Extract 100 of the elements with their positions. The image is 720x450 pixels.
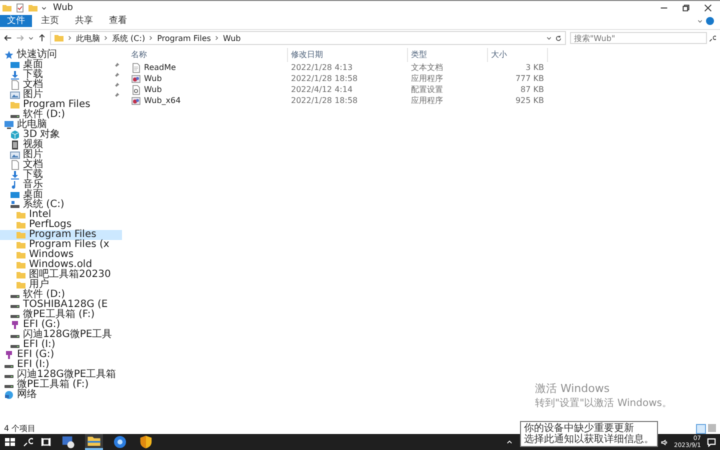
notification-tooltip[interactable]: 你的设备中缺少重要更新 选择此通知以获取详细信息。 <box>520 421 658 447</box>
breadcrumb[interactable]: 此电脑 <box>76 32 100 44</box>
sidebar-item[interactable]: PerfLogs <box>0 220 122 230</box>
file-size: 925 KB <box>514 96 545 105</box>
sidebar-item[interactable]: Program Files <box>0 230 122 240</box>
close-icon[interactable] <box>704 4 712 12</box>
modified-date: 2022/1/28 4:13 <box>290 63 354 72</box>
back-icon[interactable] <box>4 34 12 42</box>
help-icon[interactable] <box>706 16 714 24</box>
chevron-icon[interactable] <box>67 35 73 41</box>
sidebar-item[interactable]: 微PE工具箱 (F:) <box>0 380 122 390</box>
recent-icon[interactable] <box>28 35 34 41</box>
column-header[interactable]: 大小 <box>488 48 548 62</box>
notification-icon[interactable] <box>707 438 716 446</box>
maximize-icon[interactable] <box>682 4 690 12</box>
expand-ribbon-icon[interactable] <box>697 18 703 24</box>
sidebar-item[interactable]: 软件 (D:) <box>0 110 122 120</box>
up-icon[interactable] <box>38 34 46 42</box>
sidebar-item[interactable]: EFI (I:) <box>0 340 122 350</box>
properties-icon[interactable] <box>15 2 25 12</box>
file-name[interactable]: Wub <box>128 84 288 94</box>
drive-icon <box>10 200 20 210</box>
sidebar-item[interactable]: 微PE工具箱 (F:) <box>0 310 122 320</box>
sidebar-item[interactable]: 快速访问 <box>0 50 122 60</box>
taskbar-app[interactable] <box>111 434 129 450</box>
sidebar-item[interactable]: 图片 <box>0 90 122 100</box>
sidebar-item[interactable]: EFI (G:) <box>0 350 122 360</box>
settings-file-icon <box>131 84 141 94</box>
column-header[interactable]: 修改日期 <box>288 48 408 62</box>
sidebar-item[interactable]: 用户 <box>0 280 122 290</box>
picture-icon <box>10 150 20 160</box>
sidebar-item[interactable]: TOSHIBA128G (E <box>0 300 122 310</box>
computer-app-icon <box>61 435 75 449</box>
file-type: 应用程序 <box>410 95 444 106</box>
computer-icon <box>4 120 14 130</box>
pin-icon[interactable] <box>113 92 120 98</box>
address-bar[interactable]: 此电脑 系统 (C:) Program Files Wub <box>50 31 566 45</box>
caret-up-icon[interactable] <box>506 438 514 446</box>
modified-date: 2022/4/12 4:14 <box>290 85 354 94</box>
ribbon-tab[interactable]: 查看 <box>102 14 134 26</box>
sidebar-item[interactable]: 此电脑 <box>0 120 122 130</box>
pin-icon[interactable] <box>113 82 120 88</box>
breadcrumb[interactable]: 系统 (C:) <box>112 32 146 44</box>
sidebar-item[interactable]: Windows.old <box>0 260 122 270</box>
sidebar-item[interactable]: 音乐 <box>0 180 122 190</box>
dropdown-icon[interactable] <box>546 34 552 40</box>
file-name[interactable]: ReadMe <box>128 62 288 72</box>
sidebar-item[interactable]: 文档 <box>0 80 122 90</box>
sidebar-item[interactable]: 图吧工具箱20230 <box>0 270 122 280</box>
chevron-icon[interactable] <box>214 35 220 41</box>
breadcrumb[interactable]: Program Files <box>157 34 211 42</box>
file-type: 文本文档 <box>410 62 444 73</box>
file-name[interactable]: Wub_x64 <box>128 96 288 106</box>
dropdown-icon[interactable] <box>41 4 47 10</box>
file-name[interactable]: Wub <box>128 74 288 84</box>
sidebar-item[interactable]: 系统 (C:) <box>0 200 122 210</box>
download-icon <box>10 170 20 180</box>
usb-drive-icon <box>4 350 14 360</box>
modified-date: 2022/1/28 18:58 <box>290 96 359 105</box>
document-icon <box>10 80 20 90</box>
column-header[interactable]: 名称 <box>128 48 288 62</box>
file-type: 应用程序 <box>410 73 444 84</box>
sidebar-item[interactable]: EFI (I:) <box>0 360 122 370</box>
task-view-icon[interactable] <box>41 437 51 447</box>
activation-title: 激活 Windows <box>534 381 611 396</box>
sidebar-item[interactable]: 闪迪128G微PE工具 <box>0 330 122 340</box>
sidebar-item[interactable]: 软件 (D:) <box>0 290 122 300</box>
details-view-button[interactable] <box>696 424 706 434</box>
sidebar-item[interactable]: 3D 对象 <box>0 130 122 140</box>
sidebar-item[interactable]: 下载 <box>0 70 122 80</box>
ribbon-tab[interactable]: 共享 <box>68 14 100 26</box>
sidebar-item[interactable]: Windows <box>0 250 122 260</box>
sidebar-item[interactable]: 视频 <box>0 140 122 150</box>
refresh-icon[interactable] <box>555 34 562 42</box>
sidebar-item[interactable]: EFI (G:) <box>0 320 122 330</box>
chevron-icon[interactable] <box>148 35 154 41</box>
sidebar-item[interactable]: 图片 <box>0 150 122 160</box>
sidebar-item[interactable]: 闪迪128G微PE工具箱 <box>0 370 122 380</box>
search-field[interactable]: 搜索"Wub" <box>570 32 707 44</box>
sidebar-item[interactable]: 桌面 <box>0 60 122 70</box>
sidebar-item[interactable]: Intel <box>0 210 122 220</box>
pin-icon[interactable] <box>113 62 120 68</box>
pin-icon[interactable] <box>113 72 120 78</box>
ribbon-tab[interactable]: 文件 <box>0 14 32 26</box>
sidebar-item[interactable]: 网络 <box>0 390 122 400</box>
taskbar-app[interactable] <box>85 434 103 450</box>
sidebar-item[interactable]: 文档 <box>0 160 122 170</box>
sidebar-item[interactable]: 下载 <box>0 170 122 180</box>
sidebar-item[interactable]: Program Files (x <box>0 240 122 250</box>
file-size: 777 KB <box>514 74 545 83</box>
sidebar-item[interactable]: Program Files <box>0 100 122 110</box>
app-icon <box>131 96 141 106</box>
chevron-icon[interactable] <box>103 35 109 41</box>
volume-icon[interactable] <box>661 438 668 446</box>
document-icon <box>10 160 20 170</box>
ribbon-tab[interactable]: 主页 <box>34 14 66 26</box>
column-header[interactable]: 类型 <box>408 48 488 62</box>
windows-logo-icon[interactable] <box>5 437 15 447</box>
breadcrumb[interactable]: Wub <box>222 34 241 42</box>
sidebar-item[interactable]: 桌面 <box>0 190 122 200</box>
